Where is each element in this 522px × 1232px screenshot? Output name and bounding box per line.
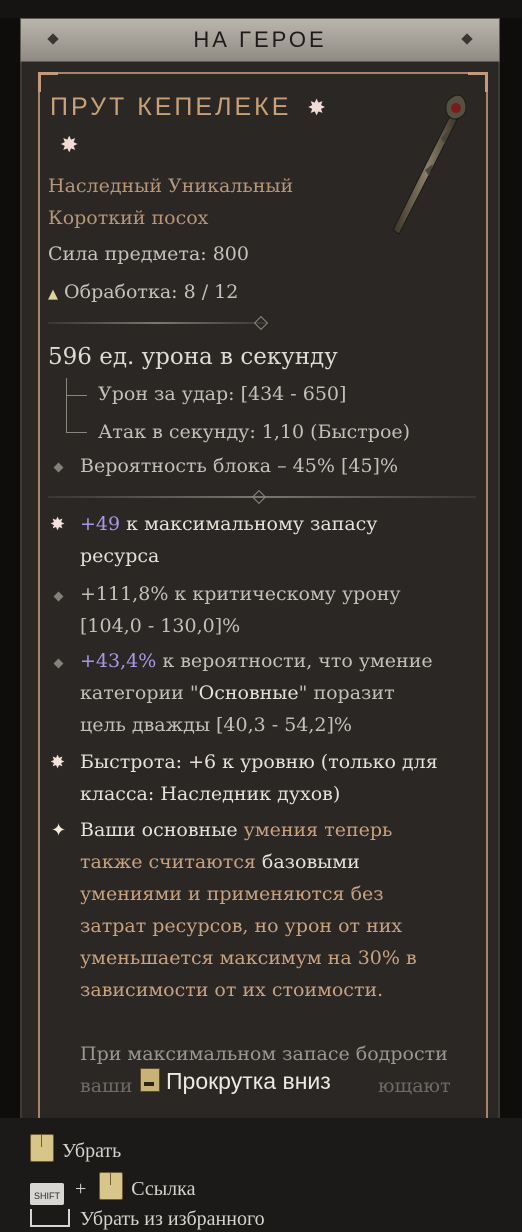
affix-text-cont: категории "Основные" поразит <box>80 682 395 704</box>
affix-category: Основные <box>198 682 299 704</box>
shift-key-icon: SHIFT <box>30 1183 64 1205</box>
remove-label: Убрать <box>62 1140 122 1162</box>
divider <box>48 489 476 505</box>
unique-power-icon: ✦ <box>51 820 67 841</box>
frame-corner <box>468 72 488 92</box>
link-action[interactable]: SHIFT + Ссылка <box>30 1172 195 1205</box>
affix-crit-damage: +111,8% к критическому урону <box>80 583 401 605</box>
unique-power-line: также считаются базовыми <box>80 851 360 873</box>
unique-power-line-faded: При максимальном запасе бодрости <box>80 1043 448 1065</box>
affix-range: [104,0 - 130,0]% <box>80 615 241 637</box>
affix-text: к максимальному запасу <box>120 513 378 535</box>
affix-value: +43,4% <box>80 650 157 672</box>
affix-text-cont: ресурса <box>80 545 160 567</box>
affix-text-cont: класса: Наследник духов) <box>80 783 341 805</box>
block-chance: Вероятность блока – 45% [45]% <box>80 455 398 477</box>
scroll-hint-text: Прокрутка вниз <box>166 1068 331 1094</box>
affix-value: +49 <box>80 513 121 535</box>
affix-text: категории " <box>80 682 199 704</box>
tree-branch <box>66 378 87 396</box>
upgrade-triangle-icon: ▲ <box>48 287 58 302</box>
dps-line: 596 ед. урона в секунду <box>48 344 338 370</box>
item-power-line: Сила предмета: 800 <box>48 243 249 265</box>
frame-corner <box>38 72 58 92</box>
mouse-scroll-icon <box>140 1068 160 1092</box>
unique-power-line: Ваши основные умения теперь <box>80 819 392 841</box>
unique-star-icon: ✸ <box>307 95 329 120</box>
unique-text: Ваши <box>80 819 142 841</box>
item-name-text: ПРУТ КЕПЕЛЕКЕ <box>50 93 292 121</box>
upgrade-text: Обработка: 8 / 12 <box>64 281 239 303</box>
unique-text: также считаются <box>80 851 256 873</box>
unique-text: умения теперь <box>237 819 393 841</box>
top-strip <box>0 0 522 18</box>
divider <box>48 315 269 331</box>
link-label: Ссылка <box>131 1178 196 1200</box>
unique-star-icon: ✸ <box>60 133 79 158</box>
item-type-line: Короткий посох <box>48 207 209 229</box>
unique-power-line: зависимости от их стоимости. <box>80 979 384 1001</box>
greater-affix-icon: ✸ <box>50 752 66 773</box>
short-staff-icon <box>392 94 467 235</box>
greater-affix-icon: ✸ <box>50 514 66 535</box>
unique-power-line: уменьшается максимум на 30% в <box>80 947 417 969</box>
rarity-line: Наследный Уникальный <box>48 175 294 197</box>
unique-power-line: умениями и применяются без <box>80 883 384 905</box>
damage-per-hit: Урон за удар: [434 - 650] <box>98 383 347 405</box>
mouse-left-icon <box>99 1172 124 1200</box>
equipped-header: НА ГЕРОЕ <box>20 18 500 62</box>
affix-double-hit: +43,4% к вероятности, что умение <box>80 650 433 672</box>
mouse-right-icon <box>30 1134 54 1162</box>
remove-action[interactable]: Убрать <box>30 1134 121 1163</box>
unique-power-line: затрат ресурсов, но урон от них <box>80 915 403 937</box>
upgrade-line: ▲ Обработка: 8 / 12 <box>48 281 238 303</box>
action-footer: Убрать SHIFT + Ссылка Убрать из избранно… <box>0 1118 522 1232</box>
plus-sign: + <box>75 1178 87 1200</box>
tree-branch <box>66 395 87 433</box>
affix-text-cont: цель дважды [40,3 - 54,2]% <box>80 714 352 736</box>
space-key-icon <box>30 1209 70 1227</box>
unique-power-line-faded: ваши <box>80 1075 133 1097</box>
item-name: ПРУТ КЕПЕЛЕКЕ ✸ <box>50 93 329 122</box>
affix-text: " поразит <box>298 682 395 704</box>
header-title: НА ГЕРОЕ <box>193 27 327 52</box>
unique-text: основные <box>141 819 238 841</box>
unique-power-line-faded: ющают <box>378 1075 451 1097</box>
attacks-per-second: Атак в секунду: 1,10 (Быстрое) <box>98 421 411 443</box>
unfavorite-label: Убрать из избранного <box>80 1208 265 1230</box>
unfavorite-action[interactable]: Убрать из избранного <box>30 1208 265 1231</box>
scroll-down-hint[interactable]: Прокрутка вниз <box>140 1068 331 1095</box>
unique-text: базовыми <box>255 851 360 873</box>
affix-max-resource: +49 к максимальному запасу <box>80 513 377 535</box>
affix-skill-rank: Быстрота: +6 к уровню (только для <box>80 751 438 773</box>
affix-text: к вероятности, что умение <box>156 650 433 672</box>
